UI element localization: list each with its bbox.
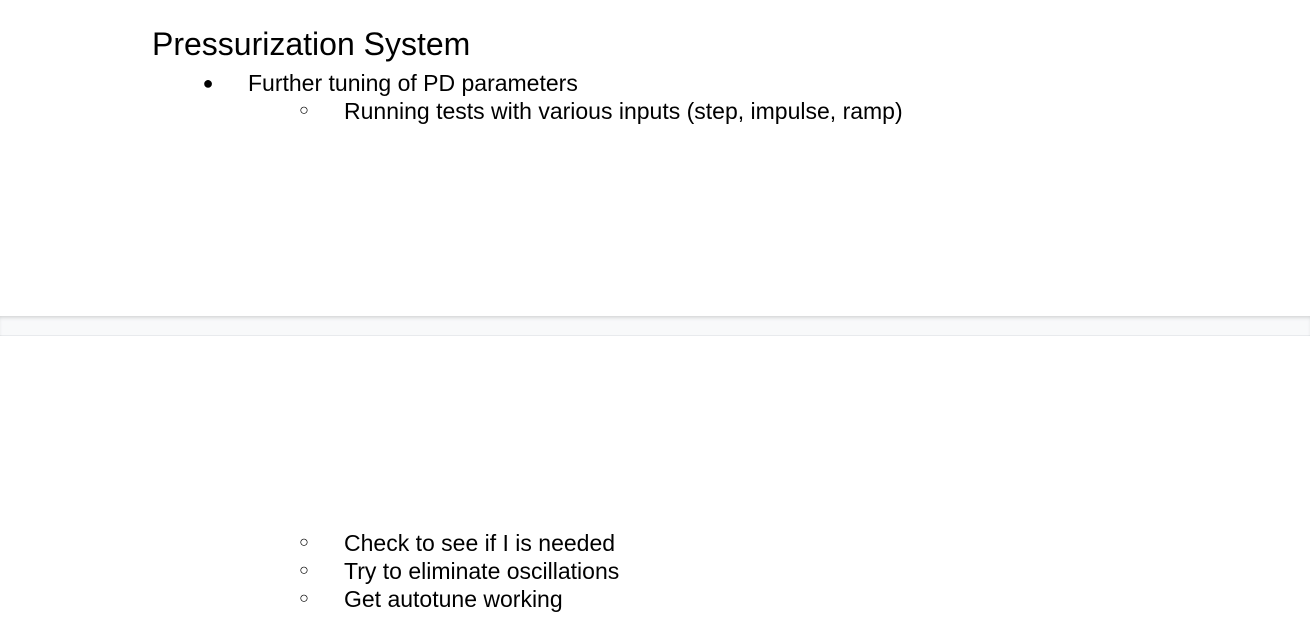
hollow-bullet-icon: ○ (299, 590, 309, 607)
document-page-1[interactable]: Pressurization System ● Further tuning o… (0, 0, 1310, 316)
hollow-bullet-icon: ○ (299, 102, 309, 119)
list-item-text: Running tests with various inputs (step,… (344, 98, 903, 124)
list-item-text: Get autotune working (344, 586, 563, 612)
document-page-2[interactable]: ○ Check to see if I is needed ○ Try to e… (0, 336, 1310, 642)
hollow-bullet-icon: ○ (299, 534, 309, 551)
list-item-text: Check to see if I is needed (344, 530, 616, 556)
list-item-text: Try to eliminate oscillations (344, 558, 620, 584)
section-heading: Pressurization System (152, 26, 471, 62)
filled-bullet-icon: ● (202, 73, 214, 93)
page-break-separator (0, 316, 1310, 336)
list-item-text: Further tuning of PD parameters (248, 70, 578, 96)
hollow-bullet-icon: ○ (299, 562, 309, 579)
